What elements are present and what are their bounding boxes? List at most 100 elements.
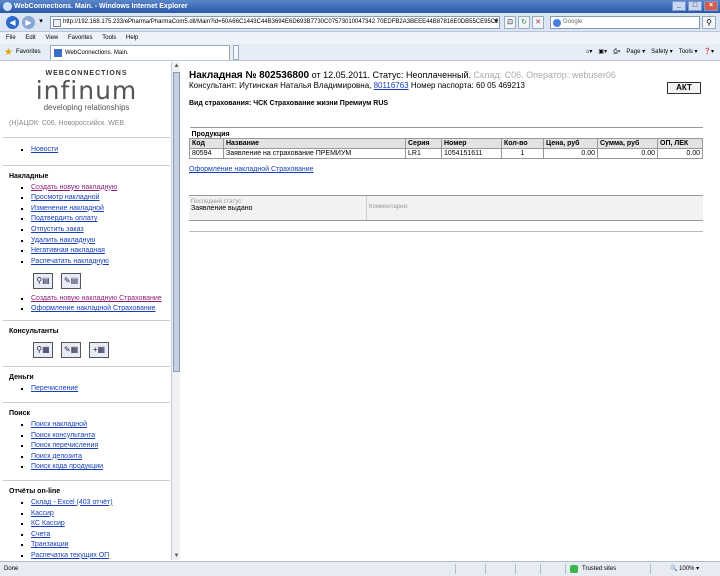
view-invoice-link[interactable]: Просмотр накладной — [31, 194, 100, 201]
create-insurance-invoice-link[interactable]: Создать новую накладную Страхование — [31, 295, 162, 302]
trusted-sites-zone[interactable]: Trusted sites — [570, 562, 616, 576]
divider — [3, 479, 170, 481]
main-content: Накладная № 802536800 от 12.05.2011. Ста… — [189, 62, 703, 560]
menu-edit[interactable]: Edit — [25, 35, 35, 41]
browser-tab[interactable]: WebConnections. Main. — [50, 45, 230, 60]
akt-button[interactable]: АКТ — [667, 82, 701, 94]
menu-favorites[interactable]: Favorites — [68, 35, 93, 41]
consultant-id-link[interactable]: 80116763 — [374, 81, 409, 90]
search-invoice-icon[interactable]: ⚲▤ — [33, 273, 53, 290]
menu-file[interactable]: File — [6, 35, 16, 41]
tab-label: WebConnections. Main. — [65, 50, 129, 56]
maximize-button[interactable]: □ — [688, 1, 702, 11]
money-list: Перечисление — [3, 384, 170, 399]
scroll-thumb[interactable] — [173, 72, 180, 372]
cashier-link[interactable]: Кассир — [31, 510, 54, 517]
cell-number: 1054151611 — [441, 148, 502, 159]
menu-view[interactable]: View — [45, 35, 58, 41]
list-item: Склад - Excel (403 отчёт) — [31, 498, 170, 509]
stop-icon[interactable]: ✕ — [532, 16, 544, 29]
process-insurance-link[interactable]: Оформление накладной Страхование — [189, 166, 314, 173]
products-table: Продукция Код Название Серия Номер Кол-в… — [189, 127, 703, 159]
confirm-payment-link[interactable]: Подтвердить оплату — [31, 215, 97, 222]
create-invoice-link[interactable]: Создать новую накладную — [31, 184, 117, 191]
transfer-link[interactable]: Перечисление — [31, 385, 78, 392]
zoom-level: 100% — [679, 566, 695, 572]
url-input[interactable]: http://192.168.175.233/ePharma/PharmaCom… — [50, 16, 500, 29]
cell-qty: 1 — [501, 148, 544, 159]
column-header: ОП, ЛЕК — [657, 138, 703, 149]
safety-menu[interactable]: Safety ▾ — [651, 47, 673, 58]
release-order-link[interactable]: Отпустить заказ — [31, 226, 84, 233]
search-consultant-icon[interactable]: ⚲▦ — [33, 342, 53, 359]
menu-tools[interactable]: Tools — [102, 35, 116, 41]
feeds-icon[interactable]: ▣▾ — [598, 47, 607, 58]
favorites-button[interactable]: ★ Favorites — [4, 47, 41, 58]
print-icon[interactable]: ⎙▾ — [613, 47, 620, 58]
passport-text: Номер паспорта: 60 05 469213 — [410, 81, 525, 90]
ie-app-icon — [3, 2, 12, 11]
news-link[interactable]: Новости — [31, 146, 58, 153]
search-deposit-link[interactable]: Поиск депозита — [31, 453, 82, 460]
url-dropdown-icon[interactable]: ▾ — [490, 16, 502, 29]
new-tab-button[interactable] — [233, 45, 239, 60]
menu-help[interactable]: Help — [126, 35, 138, 41]
close-button[interactable]: × — [704, 1, 718, 11]
consultant-name: Иутинская Наталья Владимировна, — [239, 81, 372, 90]
search-list: Поиск накладной Поиск консультанта Поиск… — [3, 420, 170, 477]
help-menu[interactable]: ❓▾ — [704, 47, 714, 58]
list-item: Изменение накладной — [31, 204, 170, 215]
comments-cell: Комментарии: — [367, 196, 703, 220]
search-product-code-link[interactable]: Поиск кода продукции — [31, 463, 103, 470]
search-input[interactable]: Google — [550, 16, 700, 29]
negative-invoice-link[interactable]: Негативная накладная — [31, 247, 105, 254]
table-caption-row: Продукция — [189, 127, 703, 139]
transactions-link[interactable]: Транзакции — [31, 541, 69, 548]
page-icon — [53, 19, 61, 27]
consultant-label: Консультант: — [189, 81, 237, 90]
search-go-icon[interactable]: ⚲ — [702, 16, 716, 29]
table-row: 80594 Заявление на страхование ПРЕМИУМ L… — [189, 148, 703, 159]
cell-sum: 0.00 — [597, 148, 658, 159]
search-consultant-link[interactable]: Поиск консультанта — [31, 432, 95, 439]
scroll-down-icon[interactable]: ▼ — [172, 552, 181, 560]
back-button[interactable]: ◀ — [6, 16, 19, 29]
process-insurance-invoice-link[interactable]: Оформление накладной Страхование — [31, 305, 156, 312]
sidebar-scrollbar[interactable]: ▲ ▼ — [171, 62, 180, 560]
page-menu[interactable]: Page ▾ — [626, 47, 645, 58]
tools-menu[interactable]: Tools ▾ — [679, 47, 698, 58]
ks-cashier-link[interactable]: КС Кассир — [31, 520, 65, 527]
list-item: Создать новую накладную Страхование — [31, 295, 170, 305]
edit-consultant-icon[interactable]: ✎▦ — [61, 342, 81, 359]
list-item: Удалить накладную — [31, 236, 170, 247]
search-transfer-link[interactable]: Поиск перечисления — [31, 442, 98, 449]
forward-button[interactable]: ▶ — [22, 16, 35, 29]
list-item: Перечисление — [31, 384, 170, 395]
minimize-button[interactable]: _ — [672, 1, 686, 11]
history-dropdown-icon[interactable]: ▾ — [36, 16, 46, 29]
environment-label: (Н)АЦОК: С06. Новороссийск. WEB. — [9, 120, 126, 127]
print-invoice-link[interactable]: Распечатать накладную — [31, 258, 109, 265]
print-current-op-link[interactable]: Распечатка текущих ОП — [31, 552, 109, 559]
accounts-link[interactable]: Счета — [31, 531, 50, 538]
list-item: Отпустить заказ — [31, 225, 170, 236]
edit-invoice-link[interactable]: Изменение накладной — [31, 205, 104, 212]
edit-invoice-icon[interactable]: ✎▤ — [61, 273, 81, 290]
scroll-up-icon[interactable]: ▲ — [172, 62, 181, 70]
zoom-control[interactable]: 🔍 100% ▾ — [670, 562, 699, 576]
delete-invoice-link[interactable]: Удалить накладную — [31, 237, 95, 244]
sidebar: WEBCONNECTIONS infinum developing relati… — [3, 62, 170, 560]
search-invoice-link[interactable]: Поиск накладной — [31, 421, 87, 428]
list-item: Подтвердить оплату — [31, 214, 170, 225]
compat-view-icon[interactable]: ⊡ — [504, 16, 516, 29]
list-item: Распечатка текущих ОП — [31, 551, 170, 560]
invoice-icons: ⚲▤ ✎▤ — [3, 267, 170, 295]
list-item: Оформление накладной Страхование — [31, 305, 170, 317]
favorites-star-icon: ★ — [4, 47, 13, 58]
akt-label: АКТ — [676, 83, 692, 92]
cell-name: Заявление на страхование ПРЕМИУМ — [223, 148, 406, 159]
refresh-icon[interactable]: ↻ — [518, 16, 530, 29]
warehouse-excel-link[interactable]: Склад - Excel (403 отчёт) — [31, 499, 113, 506]
new-consultant-icon[interactable]: +▦ — [89, 342, 109, 359]
home-icon[interactable]: ⌂▾ — [586, 47, 593, 58]
